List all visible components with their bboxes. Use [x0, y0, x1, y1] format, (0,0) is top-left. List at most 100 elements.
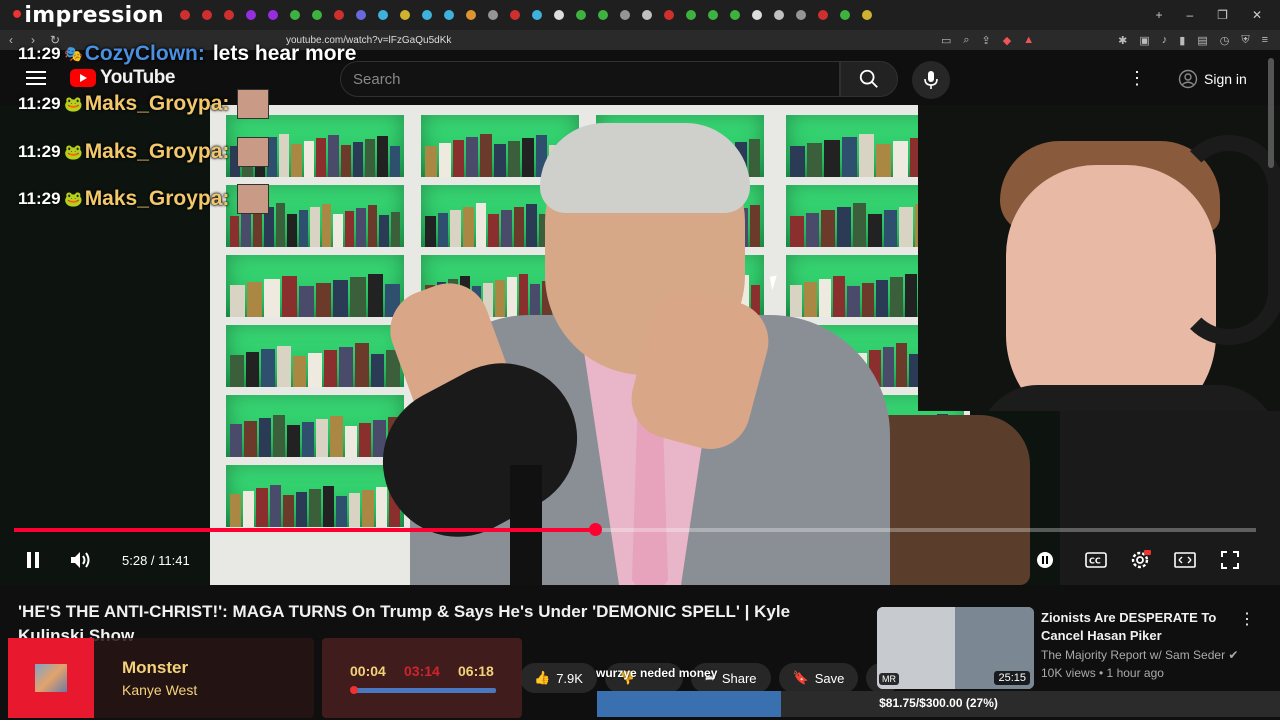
book	[340, 144, 351, 177]
book	[322, 485, 334, 527]
tab-favicon-icon[interactable]	[377, 10, 388, 20]
tab-favicon-icon[interactable]	[443, 10, 454, 20]
maximize-button[interactable]: ❐	[1217, 8, 1228, 22]
tab-favicon-icon[interactable]	[509, 10, 520, 20]
thumbs-up-icon: 👍	[534, 670, 551, 685]
tab-favicon-icon[interactable]	[421, 10, 432, 20]
settings-menu-icon[interactable]: ⋮	[1128, 68, 1146, 89]
tab-favicon-icon[interactable]	[773, 10, 784, 20]
account-icon	[1178, 69, 1198, 89]
video-progress-bar[interactable]	[14, 523, 1256, 536]
book	[298, 286, 315, 317]
progress-played	[14, 528, 596, 532]
tab-favicon-icon[interactable]	[663, 10, 674, 20]
tab-favicon-icon[interactable]	[333, 10, 344, 20]
tab-favicon-icon[interactable]	[465, 10, 476, 20]
screenshot-icon[interactable]: ▣	[1139, 34, 1149, 47]
recommended-more-icon[interactable]: ⋮	[1239, 609, 1255, 629]
chat-time: 11:29	[18, 189, 61, 208]
youtube-logo-text: YouTube	[100, 67, 175, 88]
book	[316, 283, 332, 317]
voice-search-button[interactable]	[912, 61, 950, 99]
autoplay-toggle-icon[interactable]	[1034, 548, 1056, 572]
tab-favicon-icon[interactable]	[531, 10, 542, 20]
chat-message: 11:29 🎭 CozyClown: lets hear more	[18, 42, 356, 66]
tab-favicon-icon[interactable]	[597, 10, 608, 20]
menu-icon[interactable]: ≡	[1262, 34, 1268, 47]
close-button[interactable]: ✕	[1252, 8, 1262, 22]
tab-favicon-icon[interactable]	[795, 10, 806, 20]
tab-favicon-icon[interactable]	[399, 10, 410, 20]
tab-favicon-icon[interactable]	[179, 10, 190, 20]
recommended-video[interactable]: MR 25:15 Zionists Are DESPERATE To Cance…	[877, 607, 1280, 695]
captions-icon[interactable]: CC	[1084, 548, 1108, 572]
youtube-logo[interactable]: YouTube	[70, 67, 175, 89]
shield-icon[interactable]: ◆	[1003, 34, 1011, 47]
book	[230, 494, 242, 527]
theater-mode-icon[interactable]	[1173, 548, 1197, 572]
chat-badge-icon: 🐸	[64, 144, 83, 161]
browser-tab-bar: •impression + – ❐ ✕	[0, 0, 1280, 30]
cast-icon[interactable]: ▭	[941, 34, 951, 47]
tab-favicon-icon[interactable]	[619, 10, 630, 20]
minimize-button[interactable]: –	[1186, 8, 1193, 22]
tab-favicon-icon[interactable]	[487, 10, 498, 20]
recommended-channel[interactable]: The Majority Report w/ Sam Seder ✔	[1041, 648, 1238, 662]
chat-text: lets hear more	[212, 42, 357, 65]
tab-favicon-icon[interactable]	[817, 10, 828, 20]
volume-icon[interactable]	[68, 548, 94, 572]
tab-favicon-icon[interactable]	[553, 10, 564, 20]
book	[350, 276, 366, 317]
book	[344, 426, 357, 457]
like-button[interactable]: 👍 7.9K	[520, 663, 597, 693]
tab-favicon-icon[interactable]	[751, 10, 762, 20]
extensions-icon[interactable]: ✱	[1118, 34, 1127, 47]
share-icon[interactable]: ⇪	[982, 34, 991, 47]
tab-favicon-icon[interactable]	[861, 10, 872, 20]
pause-icon[interactable]	[22, 548, 44, 572]
settings-gear-icon[interactable]	[1128, 548, 1152, 572]
zoom-icon[interactable]: ⌕	[963, 34, 969, 47]
alert-icon[interactable]: ▲	[1023, 34, 1034, 47]
tab-favicon-icon[interactable]	[839, 10, 850, 20]
sign-in-button[interactable]: Sign in	[1168, 64, 1257, 94]
hamburger-menu-icon[interactable]	[26, 67, 46, 89]
tab-favicon-icon[interactable]	[223, 10, 234, 20]
tab-favicon-icon[interactable]	[707, 10, 718, 20]
chat-message: 11:29 🐸 Maks_Groypa:	[18, 89, 270, 119]
tab-favicon-icon[interactable]	[311, 10, 322, 20]
chat-time: 11:29	[18, 142, 61, 161]
wallet-icon[interactable]: ▤	[1197, 34, 1207, 47]
search-input[interactable]: Search	[340, 61, 840, 97]
tab-favicon-icon[interactable]	[245, 10, 256, 20]
book	[230, 354, 244, 387]
fullscreen-icon[interactable]	[1218, 548, 1242, 572]
tab-favicon-icon[interactable]	[641, 10, 652, 20]
tab-favicon-icon[interactable]	[201, 10, 212, 20]
tab-favicon-icon[interactable]	[289, 10, 300, 20]
book	[241, 212, 251, 247]
tab-favicon-icon[interactable]	[575, 10, 586, 20]
page-scrollbar[interactable]	[1268, 58, 1274, 168]
tab-favicon-icon[interactable]	[355, 10, 366, 20]
window-controls: + – ❐ ✕	[1155, 8, 1280, 22]
tab-favicon-icon[interactable]	[685, 10, 696, 20]
vpn-icon[interactable]: ⛨	[1241, 34, 1249, 47]
recommended-meta: 10K views • 1 hour ago	[1041, 666, 1164, 680]
recommended-thumbnail[interactable]: MR 25:15	[877, 607, 1034, 689]
recommended-title[interactable]: Zionists Are DESPERATE To Cancel Hasan P…	[1041, 609, 1241, 645]
tab-favicon-icon[interactable]	[729, 10, 740, 20]
tab-favicon-icon[interactable]	[267, 10, 278, 20]
timer-bar	[352, 688, 496, 693]
history-icon[interactable]: ◷	[1220, 34, 1230, 47]
search-button[interactable]	[840, 61, 898, 97]
book	[272, 415, 286, 457]
music-icon[interactable]: ♪	[1162, 34, 1168, 47]
browser-tabs[interactable]	[179, 10, 872, 20]
new-tab-button[interactable]: +	[1155, 8, 1162, 22]
book	[298, 210, 309, 247]
stream-brand: •impression	[0, 3, 164, 28]
album-art	[8, 638, 94, 718]
sidebar-icon[interactable]: ▮	[1179, 34, 1185, 47]
save-button[interactable]: 🔖 Save	[778, 663, 859, 693]
